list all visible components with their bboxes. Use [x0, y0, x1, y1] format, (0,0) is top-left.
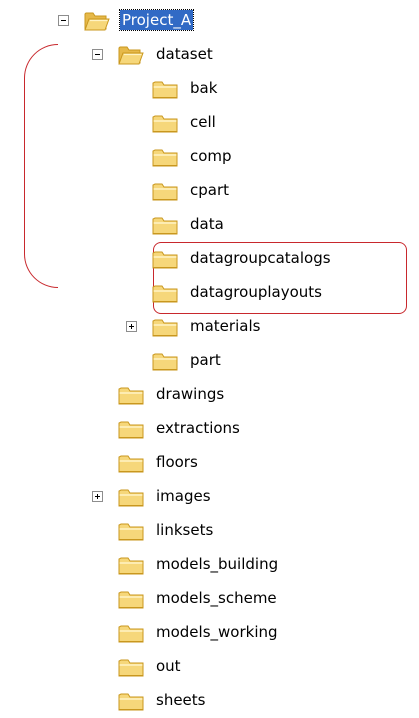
tree-item-cell[interactable]: cell [0, 106, 419, 140]
tree-item-bak[interactable]: bak [0, 72, 419, 106]
tree-item-label[interactable]: dataset [154, 44, 215, 64]
open-folder-icon [84, 11, 110, 31]
tree-item-label[interactable]: Project_A [118, 9, 195, 31]
folder-icon [152, 147, 178, 167]
folder-icon [152, 351, 178, 371]
folder-tree: Project_Adataset bak cell comp cpart data data… [0, 0, 419, 714]
tree-item-label[interactable]: models_scheme [154, 588, 279, 608]
folder-icon [118, 521, 144, 541]
collapse-toggle-icon[interactable] [58, 15, 69, 26]
folder-icon [118, 589, 144, 609]
tree-item-datagrouplayouts[interactable]: datagrouplayouts [0, 276, 419, 310]
tree-item-datagroupcatalogs[interactable]: datagroupcatalogs [0, 242, 419, 276]
folder-icon [118, 623, 144, 643]
tree-item-drawings[interactable]: drawings [0, 378, 419, 412]
open-folder-icon [118, 45, 144, 65]
tree-item-label[interactable]: out [154, 656, 183, 676]
tree-item-label[interactable]: extractions [154, 418, 242, 438]
folder-icon [118, 691, 144, 711]
tree-item-linksets[interactable]: linksets [0, 514, 419, 548]
tree-item-label[interactable]: bak [188, 78, 219, 98]
tree-item-data[interactable]: data [0, 208, 419, 242]
tree-item-label[interactable]: cell [188, 112, 218, 132]
tree-item-models-working[interactable]: models_working [0, 616, 419, 650]
tree-item-models-scheme[interactable]: models_scheme [0, 582, 419, 616]
tree-item-sheets[interactable]: sheets [0, 684, 419, 718]
tree-item-comp[interactable]: comp [0, 140, 419, 174]
collapse-toggle-icon[interactable] [92, 49, 103, 60]
folder-icon [152, 181, 178, 201]
tree-item-label[interactable]: data [188, 214, 226, 234]
tree-item-project-a[interactable]: Project_A [0, 4, 419, 38]
folder-icon [118, 487, 144, 507]
tree-item-dataset[interactable]: dataset [0, 38, 419, 72]
tree-item-materials[interactable]: materials [0, 310, 419, 344]
folder-icon [118, 453, 144, 473]
folder-icon [152, 79, 178, 99]
tree-item-models-building[interactable]: models_building [0, 548, 419, 582]
tree-item-cpart[interactable]: cpart [0, 174, 419, 208]
tree-item-label[interactable]: comp [188, 146, 234, 166]
folder-icon [118, 419, 144, 439]
folder-icon [152, 113, 178, 133]
tree-item-label[interactable]: models_building [154, 554, 280, 574]
tree-item-label[interactable]: sheets [154, 690, 207, 710]
folder-icon [118, 385, 144, 405]
tree-item-label[interactable]: models_working [154, 622, 280, 642]
tree-item-label[interactable]: cpart [188, 180, 231, 200]
tree-item-label[interactable]: datagroupcatalogs [188, 248, 333, 268]
expand-toggle-icon[interactable] [126, 321, 137, 332]
folder-icon [152, 283, 178, 303]
tree-item-out[interactable]: out [0, 650, 419, 684]
folder-icon [152, 249, 178, 269]
tree-item-part[interactable]: part [0, 344, 419, 378]
tree-item-label[interactable]: datagrouplayouts [188, 282, 324, 302]
tree-item-label[interactable]: floors [154, 452, 200, 472]
expand-toggle-icon[interactable] [92, 491, 103, 502]
folder-icon [118, 657, 144, 677]
tree-item-label[interactable]: linksets [154, 520, 215, 540]
tree-item-label[interactable]: images [154, 486, 213, 506]
tree-item-images[interactable]: images [0, 480, 419, 514]
tree-item-floors[interactable]: floors [0, 446, 419, 480]
tree-item-extractions[interactable]: extractions [0, 412, 419, 446]
tree-item-label[interactable]: drawings [154, 384, 226, 404]
tree-item-label[interactable]: part [188, 350, 223, 370]
folder-icon [152, 317, 178, 337]
folder-icon [152, 215, 178, 235]
tree-item-label[interactable]: materials [188, 316, 262, 336]
folder-icon [118, 555, 144, 575]
